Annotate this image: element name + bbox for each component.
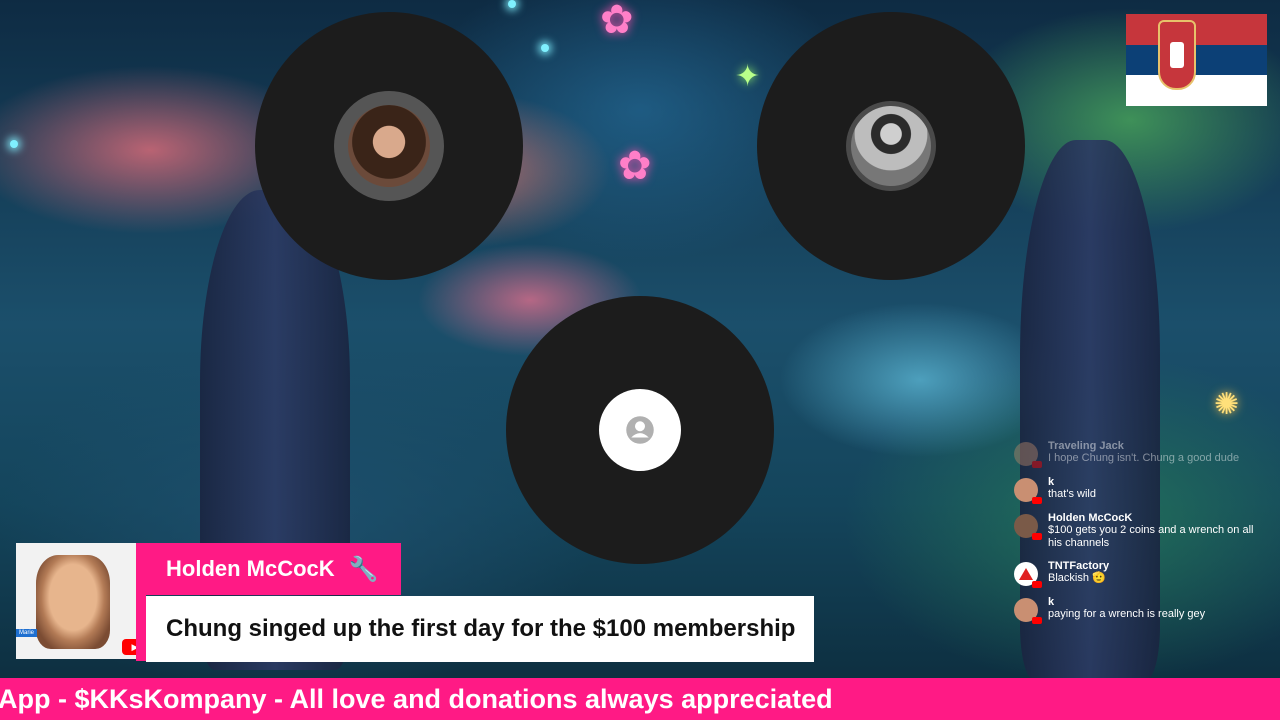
chat-author: Holden McCocK	[1048, 512, 1133, 524]
participant-tile-empty[interactable]	[506, 296, 774, 564]
chat-message: Traveling Jack I hope Chung isn't. Chung…	[1014, 440, 1264, 468]
participant-tile-man[interactable]	[757, 12, 1025, 280]
chat-message: k that's wild	[1014, 476, 1264, 504]
chat-text: paying for a wrench is really gey	[1048, 608, 1206, 620]
avatar	[599, 389, 681, 471]
neon-flower-icon: ✿	[600, 0, 634, 42]
ticker-bar: App - $KKsKompany - All love and donatio…	[0, 678, 1280, 720]
avatar	[1014, 562, 1042, 588]
avatar-ring	[334, 91, 444, 201]
youtube-badge-icon	[1032, 461, 1042, 468]
highlight-author: Holden McCocK	[166, 556, 335, 581]
chat-author: Traveling Jack	[1048, 440, 1124, 452]
chat-author: k	[1048, 476, 1055, 488]
chat-message: Holden McCocK $100 gets you 2 coins and …	[1014, 512, 1264, 550]
coat-of-arms-icon	[1158, 20, 1196, 90]
accent-bar	[136, 595, 146, 661]
avatar	[1014, 442, 1042, 468]
neon-flower-icon: ✿	[618, 144, 652, 188]
youtube-badge-icon	[1032, 533, 1042, 540]
chat-text: $100 gets you 2 coins and a wrench on al…	[1048, 524, 1254, 549]
highlight-author-banner: Holden McCocK 🔧	[136, 543, 401, 595]
glow-dot	[508, 0, 516, 8]
chat-text: that's wild	[1048, 488, 1096, 500]
participant-tile-woman[interactable]	[255, 12, 523, 280]
neon-flower-icon: ✦	[735, 60, 761, 93]
avatar-ring	[846, 101, 936, 191]
webcam-thumbnail: Marie ▶	[16, 543, 136, 659]
glow-dot	[541, 44, 549, 52]
chat-text: Blackish 🫡	[1048, 572, 1106, 584]
neon-flower-icon: ✺	[1214, 388, 1240, 421]
wrench-icon: 🔧	[348, 555, 379, 583]
chat-message: k paying for a wrench is really gey	[1014, 596, 1264, 624]
chat-text: I hope Chung isn't. Chung a good dude	[1048, 452, 1240, 464]
youtube-badge-icon	[1032, 497, 1042, 504]
avatar	[851, 106, 931, 186]
highlight-comment: Chung singed up the first day for the $1…	[166, 615, 796, 642]
youtube-logo-icon: ▶	[122, 639, 136, 655]
glow-dot	[10, 140, 18, 148]
youtube-badge-icon	[1032, 581, 1042, 588]
chat-message: TNTFactory Blackish 🫡	[1014, 560, 1264, 588]
ticker-text: App - $KKsKompany - All love and donatio…	[0, 683, 833, 714]
default-person-icon	[626, 416, 654, 444]
avatar	[1014, 478, 1042, 504]
highlight-comment-box: Chung singed up the first day for the $1…	[146, 596, 814, 662]
avatar	[348, 105, 430, 187]
avatar	[1014, 514, 1042, 540]
cam-label: Marie	[16, 629, 38, 637]
youtube-badge-icon	[1032, 617, 1042, 624]
live-chat: Traveling Jack I hope Chung isn't. Chung…	[1014, 440, 1264, 632]
serbia-flag-icon	[1126, 14, 1267, 106]
avatar	[1014, 598, 1042, 624]
chat-author: k	[1048, 596, 1055, 608]
chat-author: TNTFactory	[1048, 560, 1110, 572]
webcam-face	[36, 555, 110, 649]
